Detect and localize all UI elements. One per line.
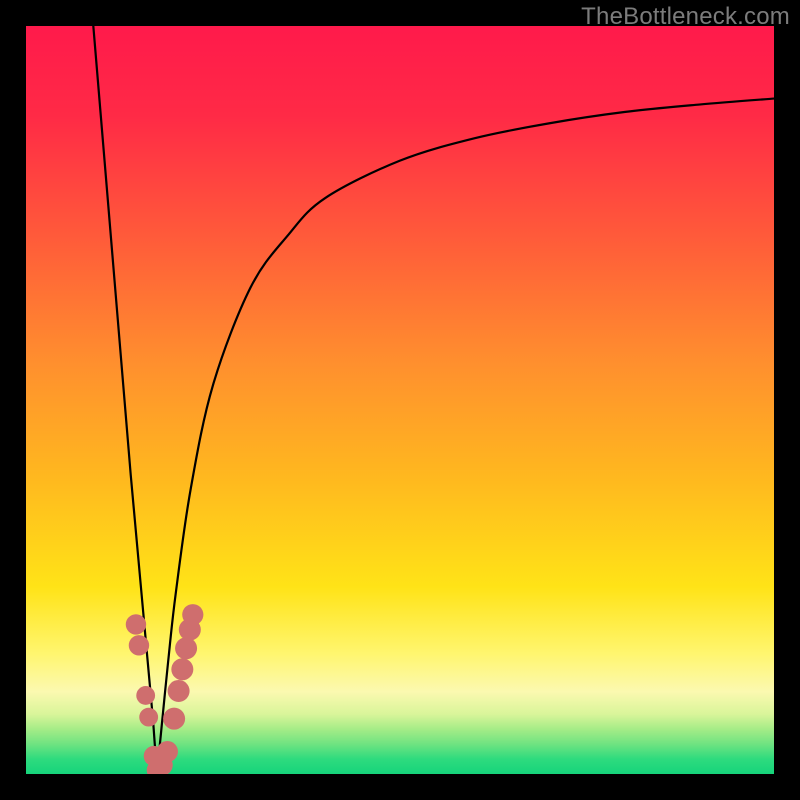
watermark-text: TheBottleneck.com bbox=[581, 3, 790, 31]
data-dot bbox=[175, 637, 197, 659]
plot-svg bbox=[26, 26, 774, 774]
data-dot bbox=[163, 708, 185, 730]
data-dot bbox=[139, 708, 158, 727]
data-dot bbox=[182, 604, 203, 625]
data-dot bbox=[171, 658, 193, 680]
gradient-bg bbox=[26, 26, 774, 774]
data-dot bbox=[129, 635, 149, 655]
data-dot bbox=[168, 680, 190, 702]
plot-area bbox=[26, 26, 774, 774]
outer-frame: TheBottleneck.com bbox=[0, 0, 800, 800]
data-dot bbox=[136, 686, 155, 705]
data-dot bbox=[126, 614, 146, 634]
data-dot bbox=[157, 741, 178, 762]
